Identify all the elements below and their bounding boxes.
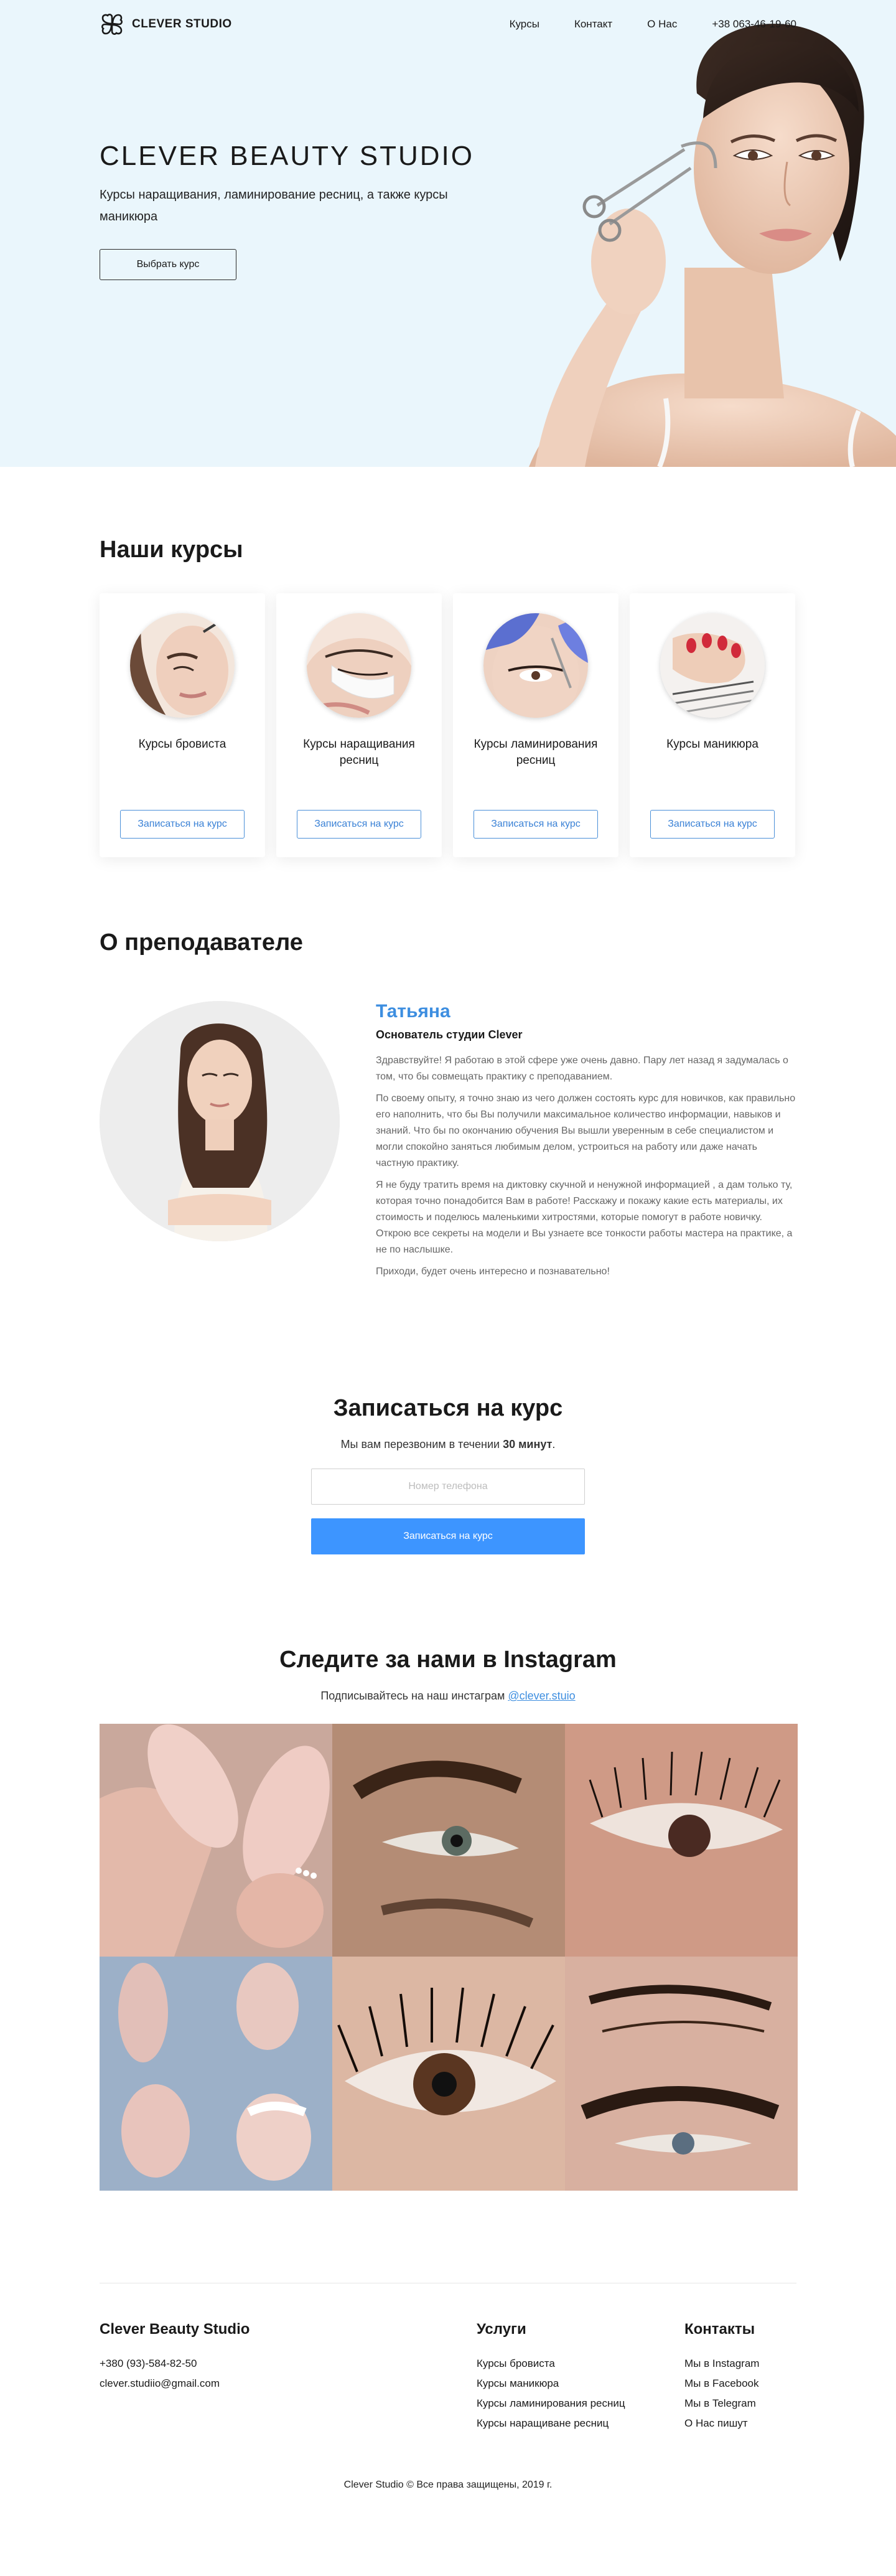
top-nav: CLEVER STUDIO Курсы Контакт О Нас +38 06… (100, 0, 796, 49)
nav-link-courses[interactable]: Курсы (510, 18, 539, 31)
teacher-role: Основатель студии Clever (376, 1028, 523, 1041)
footer-services-title: Услуги (477, 2321, 526, 2338)
footer-contact-link[interactable]: Мы в Facebook (684, 2376, 796, 2392)
footer-contact-link[interactable]: Мы в Instagram (684, 2356, 796, 2372)
hero-title: CLEVER BEAUTY STUDIO (100, 141, 474, 171)
teacher-paragraph: Здравствуйте! Я работаю в этой сфере уже… (376, 1055, 788, 1082)
course-card: Курсы бровиста Записаться на курс (100, 593, 265, 857)
enroll-manicure-button[interactable]: Записаться на курс (650, 810, 775, 839)
footer-contact-link[interactable]: О Нас пишут (684, 2415, 796, 2432)
enroll-brows-button[interactable]: Записаться на курс (120, 810, 245, 839)
instagram-grid (100, 1724, 798, 2191)
footer-contacts-title: Контакты (684, 2321, 755, 2338)
footer-service-link[interactable]: Курсы бровиста (477, 2356, 684, 2372)
course-card: Курсы маникюра Записаться на курс (630, 593, 795, 857)
copyright: Clever Studio © Все права защищены, 2019… (343, 2480, 553, 2490)
main-menu: Курсы Контакт О Нас +38 063-46-19-60 (510, 18, 796, 31)
phone-input[interactable] (311, 1469, 585, 1505)
hero-subtitle: Курсы наращивания, ламинирование ресниц,… (100, 188, 448, 223)
nav-link-about[interactable]: О Нас (647, 18, 677, 31)
teacher-body: Татьяна Основатель студии Clever Здравст… (100, 1001, 796, 1286)
courses-section: Наши курсы Курсы бровиста Записаться на … (100, 467, 796, 857)
enroll-lash-extension-button[interactable]: Записаться на курс (297, 810, 421, 839)
nav-phone-link[interactable]: +38 063-46-19-60 (712, 18, 796, 31)
clover-logo-icon (101, 14, 123, 35)
course-image-lash-extension (307, 613, 411, 718)
teacher-paragraph: Я не буду тратить время на диктовку скуч… (376, 1180, 793, 1255)
hero-model-image (529, 24, 896, 467)
logo-text: CLEVER STUDIO (132, 17, 232, 31)
course-image-manicure (660, 613, 765, 718)
course-cards: Курсы бровиста Записаться на курс Курсы … (100, 593, 796, 857)
instagram-subtitle-text: Подписывайтесь на наш инстаграм (320, 1690, 508, 1702)
signup-section: Записаться на курс Мы вам перезвоним в т… (100, 1286, 796, 1554)
teacher-info: Татьяна Основатель студии Clever Здравст… (376, 1001, 796, 1286)
instagram-handle-link[interactable]: @clever.stuio (508, 1690, 575, 1702)
footer-contact-link[interactable]: Мы в Telegram (684, 2395, 796, 2412)
logo[interactable]: CLEVER STUDIO (100, 12, 232, 37)
instagram-photo-brows[interactable] (332, 1724, 565, 1957)
signup-subtitle-bold: 30 минут (503, 1438, 553, 1450)
course-image-lash-lamination (483, 613, 588, 718)
hero-section: CLEVER STUDIO Курсы Контакт О Нас +38 06… (0, 0, 896, 467)
teacher-section-title: О преподавателе (100, 929, 303, 956)
courses-title: Наши курсы (100, 537, 243, 563)
instagram-photo-nails[interactable] (100, 1724, 332, 1957)
teacher-photo (100, 1001, 340, 1241)
footer-phone[interactable]: +380 (93)-584-82-50 (100, 2356, 477, 2372)
instagram-title: Следите за нами в Instagram (279, 1647, 617, 1673)
teacher-section: О преподавателе Татьяна Основатель студи… (100, 857, 796, 1286)
choose-course-button[interactable]: Выбрать курс (100, 249, 236, 280)
instagram-section: Следите за нами в Instagram Подписывайте… (100, 1554, 798, 2191)
enroll-lash-lamination-button[interactable]: Записаться на курс (474, 810, 598, 839)
course-image-brows (130, 613, 235, 718)
course-name: Курсы ламинирования ресниц (474, 738, 598, 767)
instagram-photo-french-nails[interactable] (100, 1957, 332, 2191)
teacher-name: Татьяна (376, 1001, 450, 1022)
course-card: Курсы ламинирования ресниц Записаться на… (453, 593, 618, 857)
course-name: Курсы бровиста (138, 738, 226, 751)
footer-service-link[interactable]: Курсы наращиване ресниц (477, 2415, 684, 2432)
signup-submit-button[interactable]: Записаться на курс (311, 1518, 585, 1554)
instagram-photo-brows-collage[interactable] (565, 1957, 798, 2191)
signup-title: Записаться на курс (333, 1395, 563, 1421)
signup-subtitle-text: Мы вам перезвоним в течении (340, 1438, 503, 1450)
footer-studio-title: Clever Beauty Studio (100, 2321, 250, 2338)
hero-text: CLEVER BEAUTY STUDIO Курсы наращивания, … (100, 141, 474, 280)
teacher-paragraph: По своему опыту, я точно знаю из чего до… (376, 1093, 796, 1168)
footer-service-link[interactable]: Курсы маникюра (477, 2376, 684, 2392)
course-name: Курсы маникюра (666, 738, 758, 751)
site-footer: Clever Beauty Studio +380 (93)-584-82-50… (100, 2283, 796, 2519)
footer-service-link[interactable]: Курсы ламинирования ресниц (477, 2395, 684, 2412)
footer-email[interactable]: clever.studiio@gmail.com (100, 2376, 477, 2392)
instagram-subtitle: Подписывайтесь на наш инстаграм @clever.… (100, 1690, 796, 1703)
instagram-photo-eye-lashes[interactable] (332, 1957, 565, 2191)
course-card: Курсы наращивания ресниц Записаться на к… (276, 593, 442, 857)
nav-link-contact[interactable]: Контакт (574, 18, 612, 31)
course-name: Курсы наращивания ресниц (303, 738, 415, 767)
signup-subtitle-end: . (552, 1438, 556, 1450)
signup-subtitle: Мы вам перезвоним в течении 30 минут. (100, 1438, 796, 1451)
teacher-paragraph: Приходи, будет очень интересно и познава… (376, 1266, 610, 1277)
instagram-photo-lashes[interactable] (565, 1724, 798, 1957)
